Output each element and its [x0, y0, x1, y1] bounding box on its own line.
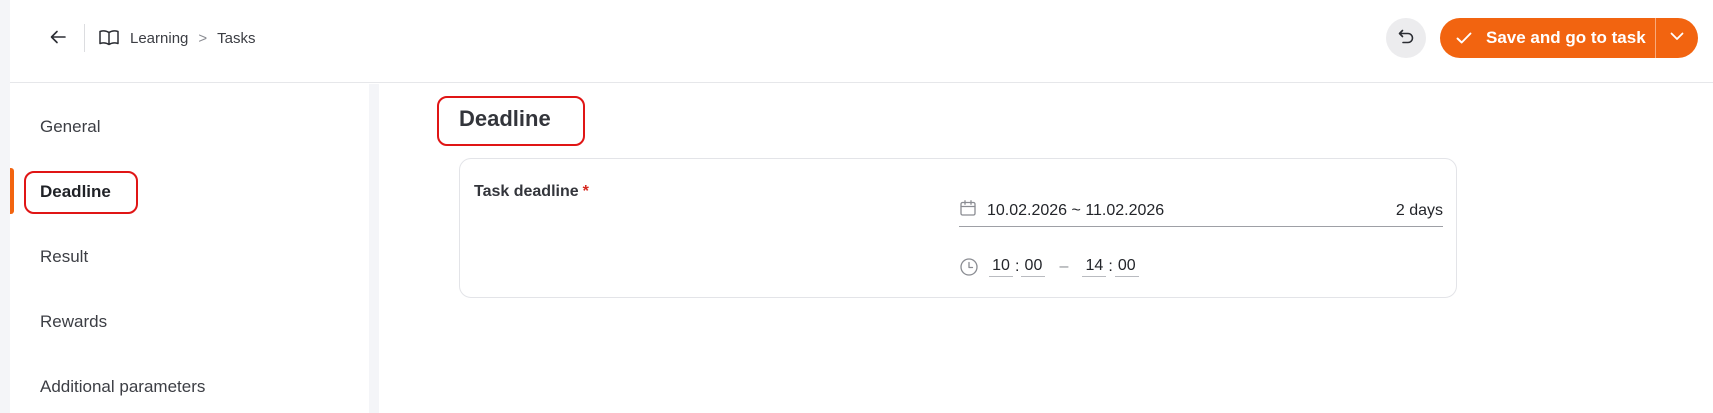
task-deadline-label: Task deadline *	[474, 183, 589, 201]
save-button-label: Save and go to task	[1486, 28, 1646, 47]
chevron-down-icon	[1668, 27, 1686, 50]
end-hour-input[interactable]: 14	[1082, 257, 1107, 277]
time-range-separator: –	[1059, 258, 1069, 275]
clock-icon	[959, 256, 981, 278]
check-icon	[1454, 27, 1476, 49]
date-range-value: 10.02.2026 ~ 11.02.2026	[987, 201, 1165, 219]
required-asterisk: *	[582, 183, 589, 200]
time-range-row: 10 : 00 – 14 : 00	[959, 253, 1139, 281]
breadcrumb-tasks[interactable]: Tasks	[217, 30, 255, 47]
settings-sidebar: General Deadline Result Rewards Addition…	[10, 84, 369, 413]
start-minute-input[interactable]: 00	[1021, 257, 1046, 277]
calendar-icon	[959, 198, 979, 218]
time-colon: :	[1108, 258, 1113, 275]
save-and-go-to-task-button[interactable]: Save and go to task	[1440, 18, 1655, 58]
section-title: Deadline	[459, 106, 551, 131]
back-button[interactable]	[40, 22, 76, 56]
save-and-go-button: Save and go to task	[1440, 18, 1698, 58]
arrow-left-icon	[48, 27, 68, 52]
breadcrumb: Learning > Tasks	[98, 26, 256, 50]
main-content: Deadline Task deadline * 10.02.2026 ~ 11.…	[379, 84, 1713, 413]
save-options-dropdown[interactable]	[1656, 18, 1698, 58]
breadcrumb-separator: >	[198, 29, 208, 47]
undo-button[interactable]	[1386, 18, 1426, 58]
end-minute-input[interactable]: 00	[1114, 257, 1139, 277]
time-colon: :	[1015, 258, 1020, 275]
top-header: Learning > Tasks Save and go to task	[10, 0, 1713, 83]
undo-icon	[1396, 26, 1416, 51]
app-left-strip	[0, 0, 10, 413]
deadline-duration: 2 days	[1395, 201, 1443, 219]
sidebar-item-deadline[interactable]: Deadline	[40, 177, 111, 207]
sidebar-active-indicator	[10, 168, 14, 214]
sidebar-item-additional-parameters[interactable]: Additional parameters	[40, 372, 205, 402]
header-divider	[84, 24, 85, 52]
date-range-field[interactable]: 10.02.2026 ~ 11.02.2026 2 days	[959, 195, 1443, 227]
sidebar-item-general[interactable]: General	[40, 112, 100, 142]
start-hour-input[interactable]: 10	[989, 257, 1013, 277]
task-deadline-label-text: Task deadline	[474, 183, 579, 200]
deadline-card: Task deadline * 10.02.2026 ~ 11.02.2026 2…	[459, 158, 1457, 298]
book-open-icon	[98, 27, 120, 49]
sidebar-item-rewards[interactable]: Rewards	[40, 307, 107, 337]
sidebar-item-result[interactable]: Result	[40, 242, 88, 272]
breadcrumb-learning[interactable]: Learning	[130, 30, 188, 47]
sidebar-gutter	[369, 84, 379, 413]
